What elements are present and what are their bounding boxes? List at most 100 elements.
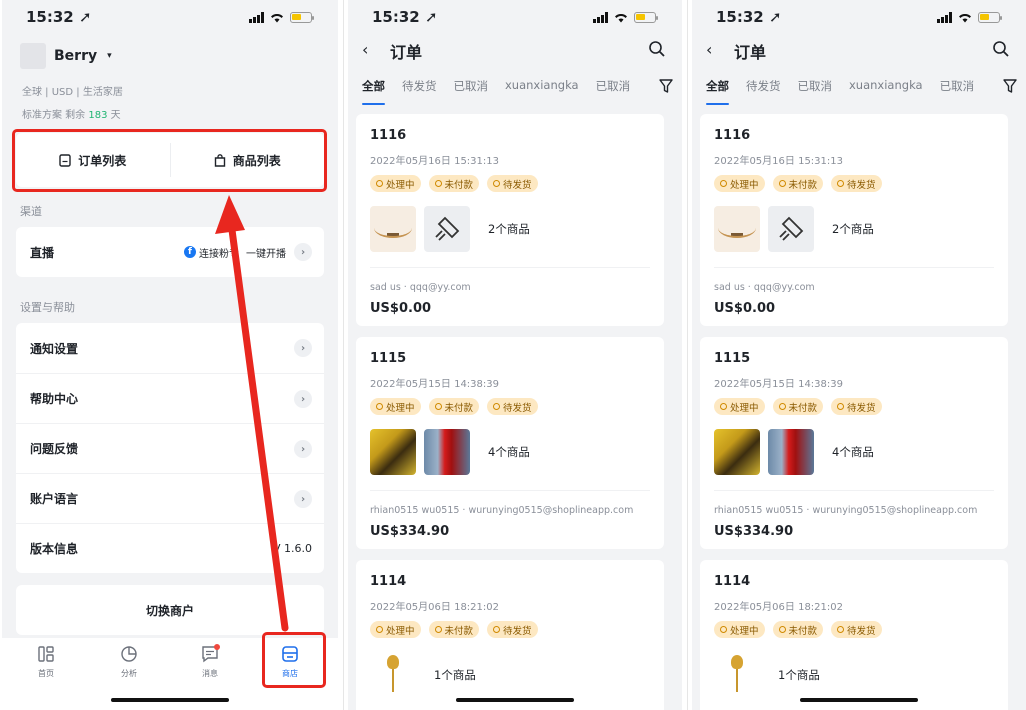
status-time: 15:32 ➚ [716, 8, 782, 26]
item-count: 4个商品 [832, 445, 874, 459]
filter-tab-all[interactable]: 全部 [706, 78, 729, 105]
item-count: 1个商品 [778, 668, 820, 682]
product-thumbnail [424, 429, 470, 475]
status-badge-to-ship: 待发货 [831, 621, 882, 638]
order-card[interactable]: 1114 2022年05月06日 18:21:02 处理中 未付款 待发货 1个… [356, 560, 664, 710]
order-date: 2022年05月06日 18:21:02 [714, 602, 843, 613]
buyer-info: rhian0515 wu0515 · wurunying0515@shoplin… [714, 505, 978, 516]
buyer-info: sad us · qqq@yy.com [714, 282, 815, 293]
image-placeholder-icon [779, 216, 804, 241]
order-number: 1116 [714, 128, 751, 143]
order-card[interactable]: 1116 2022年05月16日 15:31:13 处理中 未付款 待发货 2个… [356, 114, 664, 326]
battery-icon [978, 11, 1002, 23]
wifi-icon [615, 13, 627, 23]
filter-tab-to-ship[interactable]: 待发货 [402, 78, 437, 102]
order-date: 2022年05月15日 14:38:39 [370, 379, 499, 390]
order-number: 1114 [714, 574, 751, 589]
order-number: 1115 [370, 351, 407, 366]
status-badge-processing: 处理中 [714, 175, 765, 192]
signal-icon [937, 11, 952, 23]
item-count: 4个商品 [488, 445, 530, 459]
status-bar: 15:32 ➚ [348, 8, 682, 30]
wifi-icon [959, 13, 971, 23]
product-thumbnail-placeholder [424, 206, 470, 252]
status-bar: 15:32 ➚ [692, 8, 1026, 30]
order-total: US$0.00 [370, 301, 432, 316]
order-total: US$334.90 [714, 524, 794, 539]
status-badge-unpaid: 未付款 [428, 175, 480, 192]
order-card[interactable]: 1115 2022年05月15日 14:38:39 处理中 未付款 待发货 4个… [700, 337, 1008, 549]
status-badge-processing: 处理中 [370, 175, 421, 192]
buyer-info: rhian0515 wu0515 · wurunying0515@shoplin… [370, 505, 634, 516]
filter-tab-to-ship[interactable]: 待发货 [746, 78, 781, 102]
order-card[interactable]: 1114 2022年05月06日 18:21:02 处理中 未付款 待发货 1个… [700, 560, 1008, 710]
orders-screen: 15:32 ➚ ‹ 订单 全部 待发货 已取消 xuanxiangka 已取消 … [348, 0, 682, 710]
order-number: 1115 [714, 351, 751, 366]
annotation-arrow [215, 195, 289, 632]
order-number: 1116 [370, 128, 407, 143]
product-thumbnail [714, 429, 760, 475]
status-badge-unpaid: 未付款 [772, 398, 824, 415]
status-badge-to-ship: 待发货 [487, 398, 538, 415]
home-indicator [800, 698, 918, 702]
filter-tab-cancelled[interactable]: 已取消 [798, 78, 833, 102]
battery-icon [634, 11, 658, 23]
order-date: 2022年05月16日 15:31:13 [370, 156, 499, 167]
item-count: 2个商品 [832, 222, 874, 236]
filter-tab-cancelled[interactable]: 已取消 [454, 78, 489, 102]
search-icon[interactable] [648, 40, 666, 58]
page-title: 订单 [390, 43, 423, 62]
status-time: 15:32 ➚ [372, 8, 438, 26]
filter-tab-all[interactable]: 全部 [362, 78, 385, 105]
status-badge-to-ship: 待发货 [831, 398, 882, 415]
order-card[interactable]: 1115 2022年05月15日 14:38:39 处理中 未付款 待发货 4个… [356, 337, 664, 549]
filter-funnel-icon[interactable] [1002, 78, 1018, 94]
status-badge-processing: 处理中 [714, 398, 765, 415]
status-badge-unpaid: 未付款 [428, 621, 480, 638]
filter-tab-custom[interactable]: xuanxiangka [505, 78, 579, 102]
signal-icon [593, 11, 608, 23]
product-thumbnail [714, 206, 760, 252]
status-badge-to-ship: 待发货 [831, 175, 882, 192]
product-thumbnail-placeholder [768, 206, 814, 252]
status-badge-processing: 处理中 [370, 398, 421, 415]
status-badge-unpaid: 未付款 [428, 398, 480, 415]
product-thumbnail [370, 429, 416, 475]
order-date: 2022年05月15日 14:38:39 [714, 379, 843, 390]
page-title: 订单 [734, 43, 767, 62]
back-icon[interactable]: ‹ [362, 40, 368, 59]
home-indicator [456, 698, 574, 702]
order-total: US$334.90 [370, 524, 450, 539]
item-count: 2个商品 [488, 222, 530, 236]
buyer-info: sad us · qqq@yy.com [370, 282, 471, 293]
product-thumbnail [714, 652, 760, 698]
back-icon[interactable]: ‹ [706, 40, 712, 59]
search-icon[interactable] [992, 40, 1010, 58]
status-badge-to-ship: 待发货 [487, 621, 538, 638]
filter-tabs: 全部 待发货 已取消 xuanxiangka 已取消 [362, 78, 682, 105]
status-badge-to-ship: 待发货 [487, 175, 538, 192]
filter-tab-custom[interactable]: xuanxiangka [849, 78, 923, 102]
filter-tab-cancelled-2[interactable]: 已取消 [596, 78, 631, 102]
product-thumbnail [370, 652, 416, 698]
filter-funnel-icon[interactable] [658, 78, 674, 94]
status-badge-unpaid: 未付款 [772, 621, 824, 638]
status-badge-processing: 处理中 [370, 621, 421, 638]
filter-tabs: 全部 待发货 已取消 xuanxiangka 已取消 [706, 78, 1026, 105]
status-badge-processing: 处理中 [714, 621, 765, 638]
product-thumbnail [768, 429, 814, 475]
order-date: 2022年05月06日 18:21:02 [370, 602, 499, 613]
status-badge-unpaid: 未付款 [772, 175, 824, 192]
orders-screen-copy: 15:32 ➚ ‹ 订单 全部 待发货 已取消 xuanxiangka 已取消 … [692, 0, 1026, 710]
page-header: ‹ 订单 [692, 36, 1026, 66]
order-number: 1114 [370, 574, 407, 589]
image-placeholder-icon [435, 216, 460, 241]
filter-tab-cancelled-2[interactable]: 已取消 [940, 78, 975, 102]
order-date: 2022年05月16日 15:31:13 [714, 156, 843, 167]
product-thumbnail [370, 206, 416, 252]
page-header: ‹ 订单 [348, 36, 682, 66]
order-total: US$0.00 [714, 301, 776, 316]
store-screen: 15:32 ➚ Berry ▾ 全球 | USD | 生活家居 标准方案 剩余 … [2, 0, 338, 710]
order-card[interactable]: 1116 2022年05月16日 15:31:13 处理中 未付款 待发货 2个… [700, 114, 1008, 326]
item-count: 1个商品 [434, 668, 476, 682]
